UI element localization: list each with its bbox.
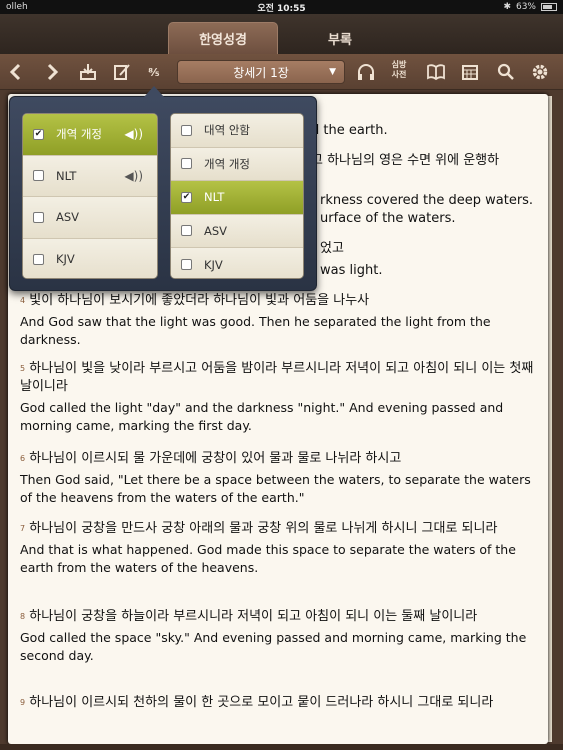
headphones-icon[interactable]: [354, 60, 378, 84]
verse-block: 9 하나님이 이르시되 천하의 물이 한 곳으로 모이고 뭍이 드러나라 하시니…: [20, 694, 544, 712]
version-label: ASV: [204, 223, 228, 238]
verse-fragment: was light.: [320, 263, 383, 278]
checkbox[interactable]: [181, 124, 192, 136]
primary-version-list: ✔ 개역 개정 ◀)) NLT ◀)) ASV KJV: [22, 113, 158, 279]
checkbox[interactable]: [181, 158, 192, 170]
checkbox[interactable]: ✔: [33, 128, 44, 140]
checkbox[interactable]: [181, 259, 192, 271]
verse-english: And that is what happened. God made this…: [20, 542, 516, 575]
page-footer: [0, 744, 563, 750]
verse-english: Then God said, "Let there be a space bet…: [20, 472, 531, 505]
verse-block: 7 하나님이 궁창을 만드사 궁창 아래의 물과 궁창 위의 물로 나뉘게 하시…: [20, 520, 544, 576]
tab-korean-english-bible[interactable]: 한영성경: [168, 22, 278, 54]
list-item[interactable]: 대역 안함: [171, 114, 303, 148]
verse-english: And God saw that the light was good. The…: [20, 314, 491, 347]
verse-korean: 하나님이 궁창을 하늘이라 부르시니라 저녁이 되고 아침이 되니 이는 둘째 …: [29, 609, 478, 624]
verse-number: 9: [20, 698, 26, 707]
verse-number: 4: [20, 296, 26, 305]
verse-block: 6 하나님이 이르시되 물 가운데에 궁창이 있어 물과 물로 나뉘라 하시고 …: [20, 450, 544, 506]
list-item[interactable]: ASV: [171, 214, 303, 248]
chapter-select[interactable]: 창세기 1장 ▼: [177, 60, 345, 84]
list-item[interactable]: ✔ 개역 개정 ◀)): [23, 114, 157, 156]
version-label: KJV: [204, 257, 223, 272]
list-item[interactable]: ✔ NLT: [171, 181, 303, 215]
checkbox[interactable]: [33, 170, 44, 182]
verse-korean: 하나님이 이르시되 천하의 물이 한 곳으로 모이고 뭍이 드러나라 하시니 그…: [29, 695, 494, 710]
list-item[interactable]: KJV: [171, 248, 303, 278]
verse-number: 6: [20, 454, 26, 463]
battery-icon: [541, 3, 557, 11]
tab-appendix[interactable]: 부록: [300, 22, 380, 54]
checkbox[interactable]: [181, 225, 192, 237]
clock-label: 오전 10:55: [257, 3, 306, 14]
search-icon[interactable]: [494, 60, 518, 84]
checkbox[interactable]: [33, 211, 44, 223]
verse-block: 5 하나님이 빛을 낮이라 부르시고 어둠을 밤이라 부르시니라 저녁이 되고 …: [20, 360, 544, 434]
speaker-icon: ◀)): [124, 168, 143, 183]
verse-fragment: rkness covered the deep waters.: [320, 193, 534, 208]
version-label: NLT: [56, 168, 77, 183]
verse-fragment: urface of the waters.: [320, 211, 456, 226]
verse-korean: 하나님이 궁창을 만드사 궁창 아래의 물과 궁창 위의 물로 나뉘게 하시니 …: [29, 521, 498, 536]
verse-korean: 빛이 하나님이 보시기에 좋았더라 하나님이 빛과 어둠을 나누사: [29, 293, 370, 308]
verse-english: God called the light "day" and the darkn…: [20, 400, 504, 433]
version-label: KJV: [56, 252, 75, 267]
verse-fragment: 고 하나님의 영은 수면 위에 운행하: [311, 153, 500, 168]
parallel-version-button[interactable]: ⁸⁄₅: [142, 60, 166, 84]
verse-number: 5: [20, 364, 26, 373]
verse-korean: 하나님이 빛을 낮이라 부르시고 어둠을 밤이라 부르시니라 저녁이 되고 아침…: [20, 361, 534, 394]
verse-korean: 하나님이 이르시되 물 가운데에 궁창이 있어 물과 물로 나뉘라 하시고: [29, 451, 402, 466]
list-item[interactable]: KJV: [23, 238, 157, 278]
calendar-icon[interactable]: [458, 60, 482, 84]
popover-arrow: [144, 86, 164, 97]
verse-english: God called the space "sky." And evening …: [20, 630, 527, 663]
chapter-select-label: 창세기 1장: [233, 65, 289, 80]
chevron-down-icon: ▼: [329, 67, 336, 77]
version-label: 대역 안함: [204, 123, 250, 138]
chevron-right-icon[interactable]: [40, 60, 64, 84]
book-icon[interactable]: [424, 60, 448, 84]
list-item[interactable]: ASV: [23, 197, 157, 239]
version-popover: ✔ 개역 개정 ◀)) NLT ◀)) ASV KJV 대역 안함 개역 개정 …: [9, 96, 317, 291]
gear-icon[interactable]: [528, 60, 552, 84]
version-label: NLT: [204, 190, 225, 205]
parallel-version-list: 대역 안함 개역 개정 ✔ NLT ASV KJV: [170, 113, 304, 279]
dictionary-button[interactable]: 심방 사전: [387, 60, 411, 80]
toolbar: ⁸⁄₅ 창세기 1장 ▼ 심방 사전: [0, 54, 563, 90]
verse-fragment: d the earth.: [311, 123, 388, 138]
verse-number: 8: [20, 612, 26, 621]
status-bar: olleh 오전 10:55 ✱ 63%: [0, 0, 563, 14]
verse-block: 8 하나님이 궁창을 하늘이라 부르시니라 저녁이 되고 아침이 되니 이는 둘…: [20, 608, 544, 664]
list-item[interactable]: 개역 개정: [171, 147, 303, 181]
checkbox[interactable]: ✔: [181, 191, 192, 203]
version-label: 개역 개정: [204, 156, 250, 171]
verse-block: 4 빛이 하나님이 보시기에 좋았더라 하나님이 빛과 어둠을 나누사 And …: [20, 292, 544, 348]
list-item[interactable]: NLT ◀)): [23, 155, 157, 197]
checkbox[interactable]: [33, 253, 44, 265]
download-icon[interactable]: [76, 60, 100, 84]
speaker-icon: ◀)): [124, 127, 143, 142]
verse-fragment: 었고: [320, 241, 344, 256]
tab-bar: 한영성경 부록: [0, 14, 563, 54]
edit-icon[interactable]: [110, 60, 134, 84]
chevron-left-icon[interactable]: [4, 60, 28, 84]
verse-number: 7: [20, 524, 26, 533]
version-label: 개역 개정: [56, 127, 102, 142]
version-label: ASV: [56, 210, 80, 225]
